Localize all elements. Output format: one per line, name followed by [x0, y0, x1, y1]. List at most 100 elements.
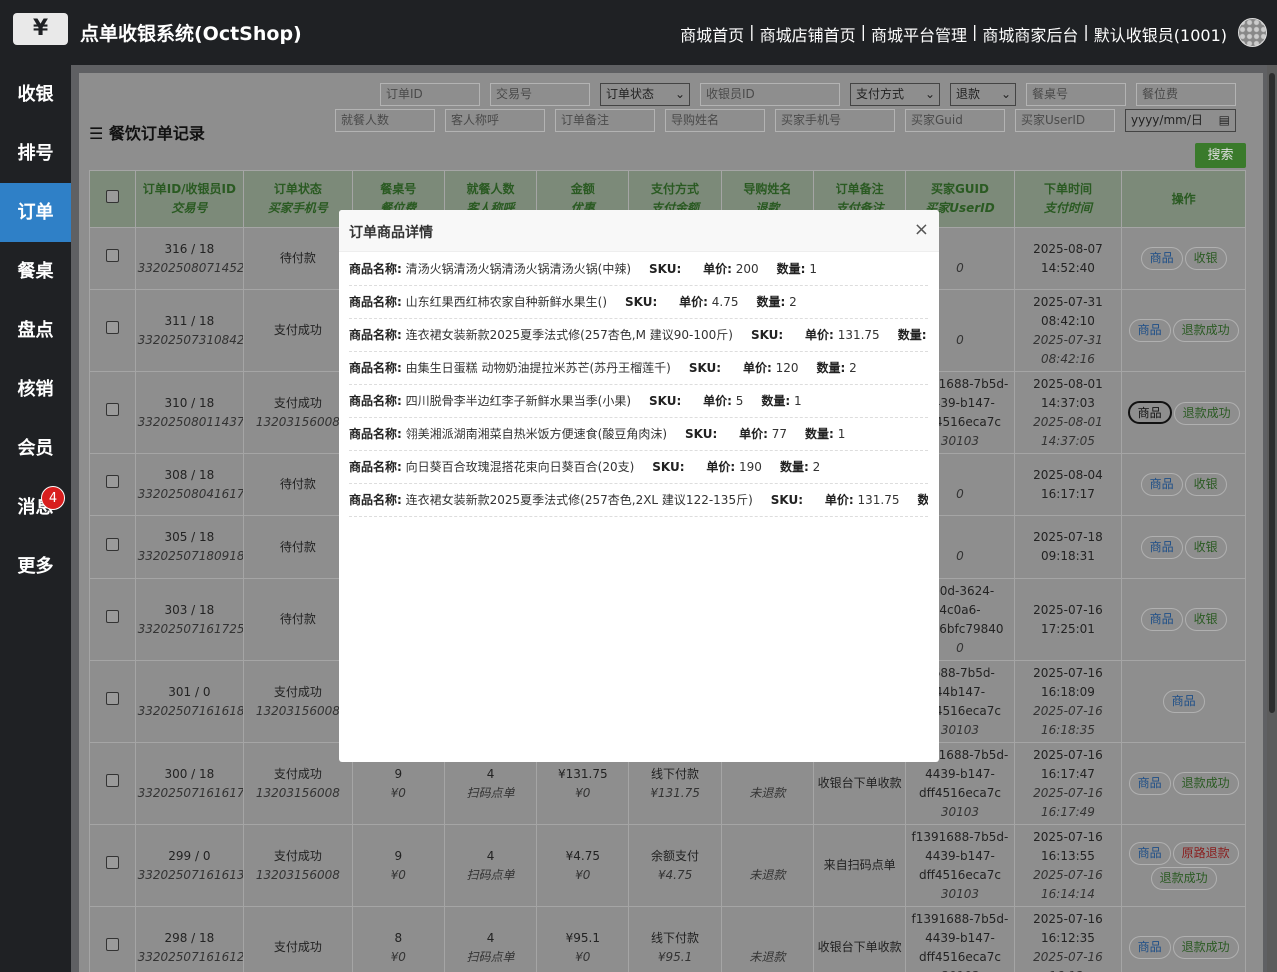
cashier-id-input[interactable]: 收银员ID [700, 83, 840, 106]
modal-item-row: 商品名称: 清汤火锅清汤火锅清汤火锅清汤火锅(中辣) SKU: 单价: 200 数量… [349, 253, 928, 286]
seat-fee-input[interactable]: 餐位费 [1136, 83, 1236, 106]
nav-link-store-home[interactable]: 商城店铺首页 [760, 22, 856, 46]
view-items-button[interactable]: 商品 [1162, 690, 1205, 713]
nav-link-platform-admin[interactable]: 商城平台管理 [871, 22, 967, 46]
table-cell: 商品 收银 [1121, 515, 1246, 579]
sidebar-item-inventory[interactable]: 盘点 [0, 301, 71, 360]
table-cell: 收银台下单收款 [812, 906, 907, 972]
cell-amount: ¥95.1 [565, 930, 600, 945]
table-cell [89, 453, 136, 516]
cell-userid: 30103 [940, 804, 980, 819]
refund-button[interactable]: 原路退款 [1172, 841, 1239, 865]
guide-name-input[interactable]: 导购姓名 [665, 109, 765, 132]
sidebar-item-tables[interactable]: 餐桌 [0, 242, 71, 301]
chevron-down-icon: ⌄ [674, 87, 685, 101]
date-input[interactable]: yyyy/mm/日 ▤ [1125, 109, 1236, 132]
avatar[interactable] [1238, 18, 1267, 47]
refund-success-button[interactable]: 退款成功 [1172, 772, 1239, 795]
checkout-button[interactable]: 收银 [1184, 535, 1227, 559]
scrollbar-thumb[interactable] [1269, 73, 1275, 713]
cell-paytime: 2025-07-16 16:12: [1033, 949, 1103, 972]
view-items-button[interactable]: 商品 [1140, 535, 1183, 559]
refund-success-button[interactable]: 退款成功 [1150, 866, 1217, 890]
view-items-button[interactable]: 商品 [1128, 841, 1171, 865]
cell-id: 311 / 18 [164, 313, 215, 328]
cell-memo: 收银台下单收款 [817, 940, 902, 954]
view-items-button[interactable]: 商品 [1140, 608, 1183, 631]
nav-link-mall-home[interactable]: 商城首页 [680, 22, 744, 46]
price-label: 单价: [824, 493, 854, 507]
qty-label: 数量: [776, 262, 806, 276]
row-checkbox[interactable] [105, 537, 119, 551]
nav-link-cashier[interactable]: 默认收银员(1001) [1094, 22, 1227, 46]
sku-label: SKU: [750, 328, 784, 342]
sku-label: SKU: [649, 394, 682, 408]
row-checkbox[interactable] [105, 403, 119, 416]
buyer-guid-input[interactable]: 买家Guid [905, 109, 1005, 132]
item-name: 四川脱骨李半边红李子新鲜水果当季(小果) [405, 394, 632, 408]
refund-success-button[interactable]: 退款成功 [1173, 401, 1240, 425]
table-no-input[interactable]: 餐桌号 [1026, 83, 1126, 106]
sidebar-item-cashier[interactable]: 收银 [0, 65, 71, 124]
cell-phone: 13203156008 [255, 414, 340, 429]
cell-seat: ¥0 [390, 785, 406, 800]
view-items-button[interactable]: 商品 [1140, 247, 1183, 270]
sidebar-item-messages[interactable]: 消息 4 [0, 478, 71, 537]
refund-success-button[interactable]: 退款成功 [1172, 319, 1239, 342]
row-checkbox[interactable] [105, 610, 119, 623]
table-cell: 支付成功 13203156008 [243, 824, 353, 907]
order-status-value: 订单状态 [606, 87, 655, 101]
view-items-button[interactable]: 商品 [1127, 400, 1172, 424]
order-id-input[interactable]: 订单ID [380, 83, 480, 106]
sidebar-item-queue[interactable]: 排号 [0, 124, 71, 183]
cell-status: 待付款 [279, 251, 316, 265]
checkout-button[interactable]: 收银 [1184, 608, 1227, 631]
search-button[interactable]: 搜索 [1195, 143, 1246, 168]
row-checkbox[interactable] [105, 692, 119, 705]
sku-label: SKU: [625, 295, 658, 309]
sidebar-item-members[interactable]: 会员 [0, 419, 71, 478]
buyer-userid-input[interactable]: 买家UserID [1015, 109, 1115, 132]
row-checkbox[interactable] [105, 774, 119, 787]
view-items-button[interactable]: 商品 [1128, 772, 1171, 795]
row-checkbox[interactable] [105, 856, 119, 869]
header-top: 餐桌号 [380, 182, 417, 196]
cell-paytime: 2025-07-16 16:17:49 [1033, 785, 1103, 819]
checkout-button[interactable]: 收银 [1184, 247, 1227, 270]
sidebar-item-orders[interactable]: 订单 [0, 183, 71, 242]
sidebar-item-verify[interactable]: 核销 [0, 360, 71, 419]
order-status-select[interactable]: 订单状态 ⌄ [600, 83, 690, 106]
trade-no-input[interactable]: 交易号 [490, 83, 590, 106]
close-icon[interactable]: × [914, 220, 929, 240]
scrollbar[interactable] [1267, 65, 1277, 972]
refund-select[interactable]: 退款 ⌄ [950, 83, 1016, 106]
cell-discount: ¥0 [575, 785, 591, 800]
cell-memo: 收银台下单收款 [817, 776, 902, 790]
pay-method-select[interactable]: 支付方式 ⌄ [850, 83, 940, 106]
item-price: 5 [735, 394, 744, 408]
view-items-button[interactable]: 商品 [1140, 473, 1183, 496]
row-checkbox[interactable] [105, 321, 119, 334]
header-top: 下单时间 [1043, 182, 1092, 196]
view-items-button[interactable]: 商品 [1128, 936, 1171, 959]
page-title-text: 餐饮订单记录 [108, 124, 205, 143]
table-cell: 4 扫码点单 [443, 906, 538, 972]
customer-title-input[interactable]: 客人称呼 [445, 109, 545, 132]
order-memo-input[interactable]: 订单备注 [555, 109, 655, 132]
row-checkbox[interactable] [105, 249, 119, 262]
diners-input[interactable]: 就餐人数 [335, 109, 435, 132]
sidebar-item-more[interactable]: 更多 [0, 537, 71, 596]
buyer-phone-input[interactable]: 买家手机号 [775, 109, 895, 132]
checkout-button[interactable]: 收银 [1184, 473, 1227, 496]
row-checkbox[interactable] [105, 938, 119, 951]
refund-success-button[interactable]: 退款成功 [1172, 936, 1239, 959]
nav-link-merchant-backend[interactable]: 商城商家后台 [982, 22, 1078, 46]
modal-item-row: 商品名称: 连衣裙女装新款2025夏季法式修(257杏色,M 建议90-100斤… [349, 319, 928, 352]
item-qty: 1 [794, 394, 802, 408]
select-all-checkbox[interactable] [105, 189, 119, 203]
view-items-button[interactable]: 商品 [1128, 319, 1171, 342]
row-checkbox[interactable] [105, 475, 119, 488]
cell-trade: 332025080416171725733083044 [137, 486, 243, 501]
table-cell: 2025-07-31 08:42:10 2025-07-31 08:42:16 [1013, 289, 1123, 372]
qty-label: 数量: [779, 460, 809, 474]
